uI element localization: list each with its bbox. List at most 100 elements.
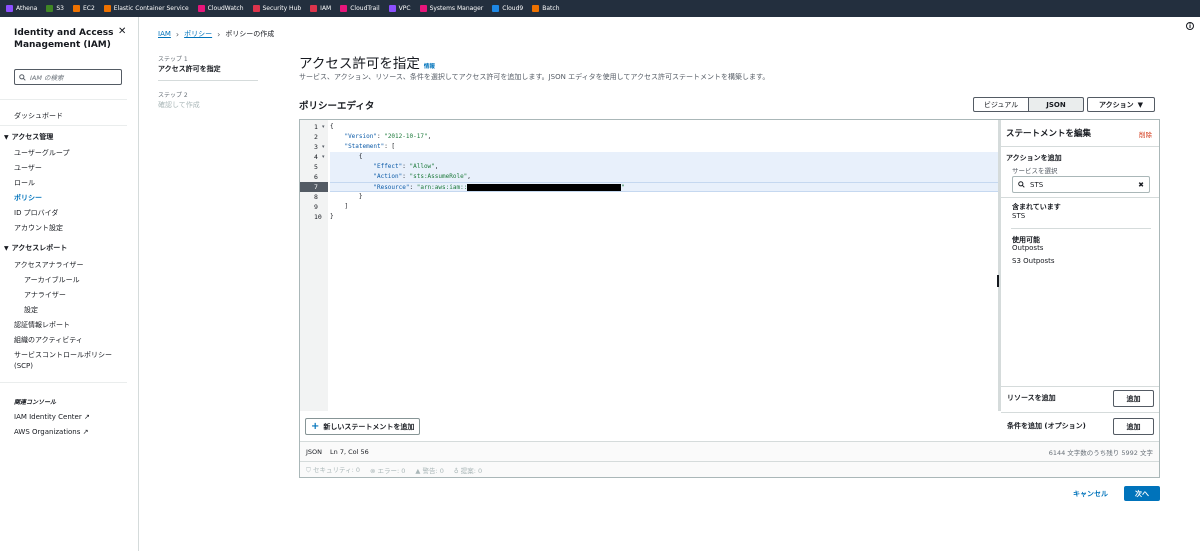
favorite-iam[interactable]: IAM [310,5,331,12]
sidebar-item-access-analyzer[interactable]: アクセスアナライザー [14,260,84,270]
add-resource-button[interactable]: 追加 [1113,390,1154,407]
sidebar-item-policies[interactable]: ポリシー [14,193,42,203]
sidebar-item-org-activity[interactable]: 組織のアクティビティ [14,335,83,345]
favorite-label: Elastic Container Service [113,5,189,12]
favorites-bar: Athena S3 EC2 Elastic Container Service Clou… [0,0,1200,17]
error-findings[interactable]: ⊗ エラー: 0 [370,465,405,475]
actions-label: アクション [1098,100,1134,109]
included-service-sts[interactable]: STS [1012,212,1025,220]
sidebar-item-scp[interactable]: サービスコントロールポリシー [14,350,112,360]
code-line[interactable]: "Effect": "Allow", [330,162,998,172]
favorite-athena[interactable]: Athena [6,5,37,12]
code-line[interactable]: { [330,122,998,132]
favorite-label: EC2 [82,5,95,12]
sidebar-item-roles[interactable]: ロール [14,178,35,188]
sidebar-item-credential-report[interactable]: 認証情報レポート [14,320,70,330]
cancel-button[interactable]: キャンセル [1073,489,1108,499]
code-line[interactable]: "Version": "2012-10-17", [330,132,998,142]
sidebar-item-account-settings[interactable]: アカウント設定 [14,223,63,233]
sidebar-item-user-groups[interactable]: ユーザーグループ [14,148,69,158]
line-number: 2 [314,133,318,141]
code-line-current[interactable]: "Resource": "arn:aws:iam:: " [330,182,998,192]
security-findings[interactable]: ⛉ セキュリティ: 0 [306,464,360,475]
cursor-position: Ln 7, Col 56 [330,447,369,456]
help-icon[interactable]: i [1186,22,1194,30]
editor-status-bar: JSON Ln 7, Col 56 6144 文字数のうち残り 5992 文字 [300,441,1159,461]
sidebar-item-dashboard[interactable]: ダッシュボード [14,111,63,121]
code-line[interactable]: { [330,152,998,162]
sidebar-item-analyzer-settings[interactable]: 設定 [24,305,38,315]
available-service-outposts[interactable]: Outposts [1012,244,1043,252]
visual-mode-button[interactable]: ビジュアル [973,97,1029,112]
fold-caret-icon[interactable]: ▾ [322,142,325,152]
favorite-label: Security Hub [262,5,302,12]
actions-dropdown[interactable]: アクション ▼ [1087,97,1155,112]
sidebar-link-identity-center[interactable]: IAM Identity Center ↗ [14,413,90,421]
favorite-vpc[interactable]: VPC [388,5,411,12]
code-line[interactable]: "Statement": [ [330,142,998,152]
sidebar-group-access-management[interactable]: ▼ アクセス管理 [4,132,53,142]
add-statement-button[interactable]: + 新しいステートメントを追加 [305,418,421,435]
json-mode-button[interactable]: JSON [1029,97,1084,112]
favorite-label: VPC [398,5,411,12]
close-icon[interactable]: ✕ [118,26,126,37]
suggestion-findings[interactable]: ♁ 提案: 0 [454,465,482,475]
code-line[interactable]: } [330,212,998,222]
sidebar-item-users[interactable]: ユーザー [14,163,42,173]
favorite-label: CloudTrail [350,5,380,12]
delete-statement-link[interactable]: 削除 [1139,129,1152,139]
clear-icon[interactable]: ✖ [1138,181,1144,189]
next-button[interactable]: 次へ [1124,486,1160,501]
search-input[interactable]: IAM の検索 [14,69,122,85]
line-number: 5 [314,163,318,171]
warning-findings[interactable]: ▲ 警告: 0 [415,465,443,475]
resize-grip[interactable] [997,275,999,287]
favorite-cloud9[interactable]: Cloud9 [492,5,523,12]
favorite-systems-manager[interactable]: Systems Manager [419,5,483,12]
favorite-cloudwatch[interactable]: CloudWatch [197,5,244,12]
favorite-cloudtrail[interactable]: CloudTrail [340,5,380,12]
favorite-batch[interactable]: Batch [532,5,560,12]
sidebar-item-scp-suffix[interactable]: (SCP) [14,362,33,370]
add-statement-label: 新しいステートメントを追加 [323,422,415,431]
sidebar-title: Identity and Access Management (IAM) [14,28,114,50]
favorite-elastic-container-service[interactable]: Elastic Container Service [103,5,189,12]
search-icon [19,73,26,81]
statement-panel-title: ステートメントを編集 [1006,129,1092,139]
service-search-input[interactable]: STS ✖ [1012,176,1150,193]
line-number: 10 [314,213,322,221]
available-service-s3-outposts[interactable]: S3 Outposts [1012,257,1055,265]
sidebar-link-organizations[interactable]: AWS Organizations ↗ [14,428,89,436]
info-link[interactable]: 情報 [424,62,435,70]
line-number: 8 [314,193,318,201]
select-service-label: サービスを選択 [1012,167,1058,175]
favorite-ec2[interactable]: EC2 [72,5,95,12]
service-icon [310,5,318,12]
sidebar-item-archive-rules[interactable]: アーカイブルール [24,275,80,285]
page-description: サービス、アクション、リソース、条件を選択してアクセス許可を追加します。JSON… [299,73,770,81]
favorite-label: Batch [542,5,560,12]
breadcrumb-iam[interactable]: IAM [158,30,171,38]
add-condition-button[interactable]: 追加 [1113,418,1154,435]
favorite-security-hub[interactable]: Security Hub [252,5,302,12]
caret-down-icon: ▼ [4,133,9,141]
service-icon [532,5,540,12]
group-label: アクセス管理 [11,133,54,141]
favorite-label: Athena [16,5,38,12]
fold-caret-icon[interactable]: ▾ [322,152,325,162]
sidebar: Identity and Access Management (IAM) ✕ I… [0,17,139,551]
code-line[interactable]: ] [330,202,998,212]
sidebar-item-analyzers[interactable]: アナライザー [24,290,66,300]
sidebar-group-access-reports[interactable]: ▼ アクセスレポート [4,243,67,253]
code-line[interactable]: } [330,192,998,202]
chevron-right-icon: › [175,29,180,39]
service-icon [46,5,54,12]
breadcrumb-policies[interactable]: ポリシー [184,29,212,39]
sidebar-item-id-providers[interactable]: ID プロバイダ [14,208,58,218]
plus-icon: + [311,421,320,432]
add-resource-label: リソースを追加 [1007,394,1056,402]
favorite-s3[interactable]: S3 [46,5,64,12]
code-line[interactable]: "Action": "sts:AssumeRole", [330,172,998,182]
service-search-value: STS [1030,180,1044,189]
fold-caret-icon[interactable]: ▾ [322,122,325,132]
